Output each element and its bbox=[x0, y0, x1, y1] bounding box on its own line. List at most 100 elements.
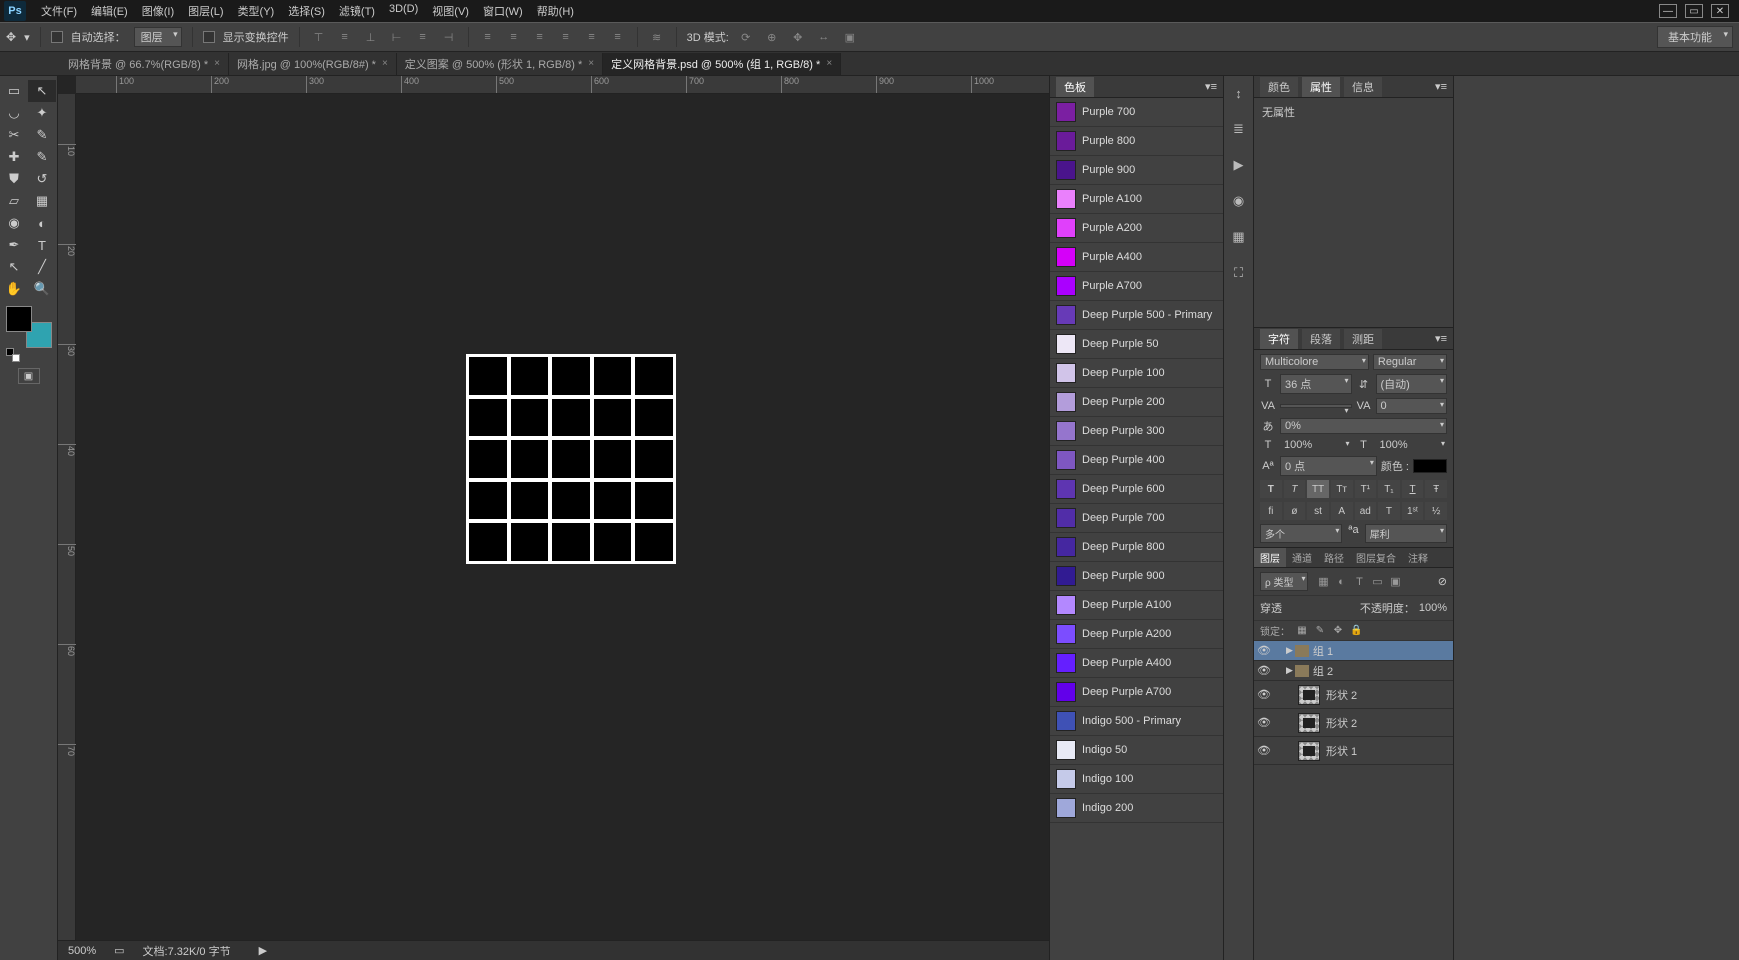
opentype-t[interactable]: T bbox=[1378, 502, 1400, 520]
swatches-menu-icon[interactable]: ▾≡ bbox=[1205, 80, 1217, 93]
swatch-item[interactable]: Deep Purple 400 bbox=[1050, 446, 1223, 475]
tab-close-icon[interactable]: × bbox=[382, 58, 388, 69]
visibility-toggle[interactable]: 👁 bbox=[1254, 744, 1274, 757]
layer-kind-filter[interactable]: ρ 类型 bbox=[1260, 572, 1308, 591]
menu-item[interactable]: 类型(Y) bbox=[231, 0, 282, 22]
distribute-vcenter-icon[interactable]: ≡ bbox=[505, 28, 523, 46]
swatch-item[interactable]: Deep Purple 600 bbox=[1050, 475, 1223, 504]
distribute-bottom-icon[interactable]: ≡ bbox=[531, 28, 549, 46]
swatch-item[interactable]: Deep Purple A100 bbox=[1050, 591, 1223, 620]
visibility-toggle[interactable]: 👁 bbox=[1254, 664, 1274, 677]
bold-button[interactable]: T bbox=[1260, 480, 1282, 498]
font-size-field[interactable]: 36 点 bbox=[1280, 374, 1352, 394]
lock-brush-icon[interactable]: ✎ bbox=[1314, 625, 1326, 636]
blend-mode[interactable]: 穿透 bbox=[1260, 600, 1356, 616]
visibility-toggle[interactable]: 👁 bbox=[1254, 716, 1274, 729]
visibility-toggle[interactable]: 👁 bbox=[1254, 644, 1274, 657]
swatch-item[interactable]: Purple A100 bbox=[1050, 185, 1223, 214]
history-icon[interactable]: ↕ bbox=[1228, 82, 1250, 104]
tab-close-icon[interactable]: × bbox=[214, 58, 220, 69]
paths-tab[interactable]: 路径 bbox=[1318, 548, 1350, 567]
notes-tab[interactable]: 注释 bbox=[1402, 548, 1434, 567]
swatch-item[interactable]: Deep Purple A200 bbox=[1050, 620, 1223, 649]
swatch-item[interactable]: Indigo 200 bbox=[1050, 794, 1223, 823]
superscript-button[interactable]: T¹ bbox=[1355, 480, 1377, 498]
character-menu-icon[interactable]: ▾≡ bbox=[1435, 332, 1447, 345]
subscript-button[interactable]: T₁ bbox=[1378, 480, 1400, 498]
swatch-item[interactable]: Indigo 100 bbox=[1050, 765, 1223, 794]
minimize-button[interactable]: — bbox=[1659, 4, 1677, 18]
opentype-ad[interactable]: ad bbox=[1355, 502, 1377, 520]
quickmask-toggle[interactable]: ▣ bbox=[18, 368, 40, 384]
zoom-tool[interactable]: 🔍 bbox=[28, 278, 56, 300]
workspace-switcher[interactable]: 基本功能 bbox=[1657, 26, 1733, 48]
swatch-item[interactable]: Deep Purple 200 bbox=[1050, 388, 1223, 417]
filter-adjust-icon[interactable]: ◐ bbox=[1334, 575, 1348, 589]
leading-field[interactable]: (自动) bbox=[1376, 374, 1448, 394]
swatch-item[interactable]: Purple A400 bbox=[1050, 243, 1223, 272]
document-tab[interactable]: 网格背景 @ 66.7%(RGB/8) *× bbox=[60, 53, 229, 75]
smallcaps-button[interactable]: Tᴛ bbox=[1331, 480, 1353, 498]
dodge-tool[interactable]: ◐ bbox=[28, 212, 56, 234]
align-top-icon[interactable]: ⊤ bbox=[310, 28, 328, 46]
swatch-item[interactable]: Purple A700 bbox=[1050, 272, 1223, 301]
eyedropper-tool[interactable]: ✎ bbox=[28, 124, 56, 146]
tab-close-icon[interactable]: × bbox=[826, 58, 832, 69]
info-icon[interactable]: ▦ bbox=[1228, 226, 1250, 248]
menu-item[interactable]: 窗口(W) bbox=[476, 0, 530, 22]
filter-pixel-icon[interactable]: ▦ bbox=[1316, 575, 1330, 589]
auto-select-checkbox[interactable] bbox=[51, 31, 63, 43]
channels-tab[interactable]: 通道 bbox=[1286, 548, 1318, 567]
color-tab[interactable]: 颜色 bbox=[1260, 77, 1298, 97]
disclosure-icon[interactable]: ▶ bbox=[1286, 665, 1293, 676]
disclosure-icon[interactable]: ▶ bbox=[1286, 645, 1293, 656]
menu-item[interactable]: 选择(S) bbox=[281, 0, 332, 22]
metrics-tab[interactable]: 测距 bbox=[1344, 329, 1382, 349]
swatch-item[interactable]: Deep Purple 500 - Primary bbox=[1050, 301, 1223, 330]
distribute-right-icon[interactable]: ≡ bbox=[609, 28, 627, 46]
align-hcenter-icon[interactable]: ≡ bbox=[414, 28, 432, 46]
distribute-hcenter-icon[interactable]: ≡ bbox=[583, 28, 601, 46]
swatch-item[interactable]: Purple 800 bbox=[1050, 127, 1223, 156]
layers-tab[interactable]: 图层 bbox=[1254, 548, 1286, 567]
properties-tab[interactable]: 属性 bbox=[1302, 77, 1340, 97]
play-icon[interactable]: ▶ bbox=[1228, 154, 1250, 176]
marquee-tool[interactable]: ▭ bbox=[0, 80, 28, 102]
swatch-item[interactable]: Deep Purple 700 bbox=[1050, 504, 1223, 533]
3d-scale-icon[interactable]: ▣ bbox=[841, 28, 859, 46]
font-family-field[interactable]: Multicolore bbox=[1260, 354, 1369, 370]
underline-button[interactable]: T bbox=[1402, 480, 1424, 498]
filter-toggle[interactable]: ⊘ bbox=[1438, 575, 1447, 588]
brush-tool[interactable]: ✎ bbox=[28, 146, 56, 168]
tool-preset-dropdown[interactable]: ▾ bbox=[24, 31, 30, 44]
status-arrow-icon[interactable]: ▶ bbox=[259, 944, 267, 957]
opentype-o[interactable]: ø bbox=[1284, 502, 1306, 520]
type-tool[interactable]: T bbox=[28, 234, 56, 256]
tab-close-icon[interactable]: × bbox=[588, 58, 594, 69]
distribute-left-icon[interactable]: ≡ bbox=[557, 28, 575, 46]
swatch-item[interactable]: Deep Purple A400 bbox=[1050, 649, 1223, 678]
color-well[interactable] bbox=[6, 306, 52, 348]
close-button[interactable]: ✕ bbox=[1711, 4, 1729, 18]
menu-item[interactable]: 编辑(E) bbox=[84, 0, 135, 22]
healing-tool[interactable]: ✚ bbox=[0, 146, 28, 168]
maximize-button[interactable]: ▭ bbox=[1685, 4, 1703, 18]
layercomps-tab[interactable]: 图层复合 bbox=[1350, 548, 1402, 567]
layer-group-row[interactable]: 👁▶组 2 bbox=[1254, 661, 1453, 681]
path-select-tool[interactable]: ↖ bbox=[0, 256, 28, 278]
adjustments-icon[interactable]: ⛶ bbox=[1228, 262, 1250, 284]
lang-field[interactable]: 多个 bbox=[1260, 524, 1342, 543]
swatch-item[interactable]: Deep Purple A700 bbox=[1050, 678, 1223, 707]
swatch-item[interactable]: Deep Purple 50 bbox=[1050, 330, 1223, 359]
properties-menu-icon[interactable]: ▾≡ bbox=[1435, 80, 1447, 93]
layer-row[interactable]: 👁形状 2 bbox=[1254, 709, 1453, 737]
paragraph-tab[interactable]: 段落 bbox=[1302, 329, 1340, 349]
swatch-item[interactable]: Deep Purple 300 bbox=[1050, 417, 1223, 446]
3d-roll-icon[interactable]: ⊕ bbox=[763, 28, 781, 46]
document-tab[interactable]: 定义图案 @ 500% (形状 1, RGB/8) *× bbox=[397, 53, 603, 75]
history-brush-tool[interactable]: ↺ bbox=[28, 168, 56, 190]
menu-item[interactable]: 视图(V) bbox=[425, 0, 476, 22]
hand-tool[interactable]: ✋ bbox=[0, 278, 28, 300]
menu-item[interactable]: 3D(D) bbox=[382, 0, 425, 22]
pct-field[interactable]: 0% bbox=[1280, 418, 1447, 434]
